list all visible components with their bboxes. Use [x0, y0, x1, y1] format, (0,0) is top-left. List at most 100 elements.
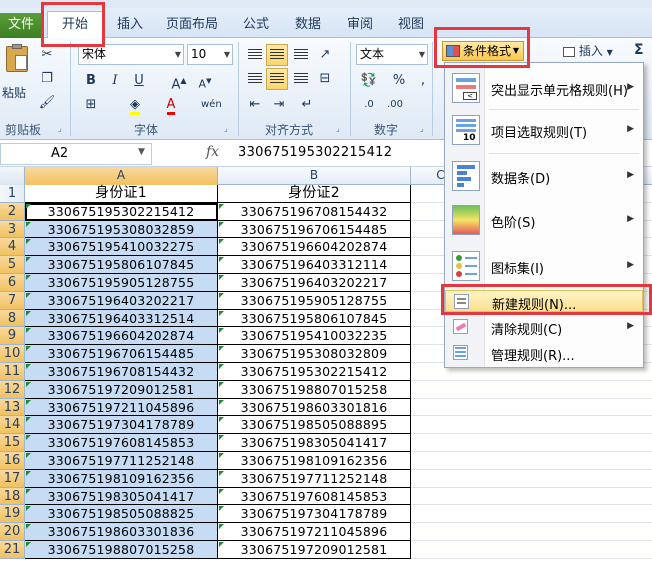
row-header[interactable]: 3 — [0, 220, 25, 239]
empty-cells[interactable] — [411, 470, 652, 488]
row-header[interactable]: 21 — [0, 540, 25, 559]
cut-icon[interactable]: ✂ — [36, 44, 58, 66]
cell-a[interactable]: 330675196403312514 — [25, 309, 218, 328]
copy-icon[interactable]: ❐ — [36, 68, 58, 90]
tab-file[interactable]: 文件 — [0, 13, 42, 38]
cell-b[interactable]: 330675198109162356 — [218, 451, 411, 470]
row-header[interactable]: 11 — [0, 362, 25, 381]
cell-b[interactable]: 330675197304178789 — [218, 505, 411, 524]
empty-cells[interactable] — [411, 434, 652, 452]
row-header[interactable]: 8 — [0, 309, 25, 328]
row-header[interactable]: 5 — [0, 256, 25, 274]
row-header[interactable]: 6 — [0, 273, 25, 292]
cell-a[interactable]: 330675198305041417 — [25, 487, 218, 506]
shrink-font-button[interactable]: A▼ — [194, 70, 216, 92]
dialog-launcher-icon[interactable]: ⌟ — [224, 124, 228, 133]
cell-b[interactable]: 身份证2 — [218, 185, 411, 203]
align-center-icon[interactable] — [266, 68, 288, 90]
cell-b[interactable]: 330675196708154432 — [218, 202, 411, 221]
row-header[interactable]: 2 — [0, 202, 25, 221]
empty-cells[interactable] — [411, 541, 652, 559]
align-middle-icon[interactable] — [266, 44, 288, 66]
paste-button[interactable]: 粘贴 — [2, 42, 32, 100]
align-top-icon[interactable] — [244, 44, 266, 66]
bold-button[interactable]: B — [80, 70, 102, 92]
select-all-corner[interactable] — [0, 167, 25, 185]
menu-item-top-bottom-rules[interactable]: 10 项目选取规则(T) ▶ — [445, 113, 643, 147]
currency-icon[interactable]: 💱 — [358, 70, 380, 92]
chevron-down-icon[interactable]: ▼ — [138, 147, 145, 157]
increase-decimal-icon[interactable]: .0 — [358, 94, 380, 116]
cell-a[interactable]: 330675198807015258 — [25, 540, 218, 559]
italic-button[interactable]: I — [104, 70, 126, 92]
cell-a[interactable]: 330675198109162356 — [25, 469, 218, 488]
orientation-icon[interactable]: ↗ — [314, 44, 336, 66]
dialog-launcher-icon[interactable]: ⌟ — [336, 124, 340, 133]
tab-home[interactable]: 开始 — [47, 11, 103, 39]
tab-view[interactable]: 视图 — [393, 14, 429, 38]
row-header[interactable]: 14 — [0, 416, 25, 435]
cell-a[interactable]: 330675195905128755 — [25, 273, 218, 292]
dialog-launcher-icon[interactable]: ⌟ — [58, 124, 62, 133]
insert-function-icon[interactable]: fx — [206, 144, 219, 160]
cell-a[interactable]: 330675195410032275 — [25, 238, 218, 257]
cell-b[interactable]: 330675198603301816 — [218, 398, 411, 417]
align-right-icon[interactable] — [290, 68, 312, 90]
grow-font-button[interactable]: A▲ — [168, 70, 190, 92]
cell-b[interactable]: 330675198807015258 — [218, 380, 411, 399]
row-header[interactable]: 12 — [0, 380, 25, 399]
empty-cells[interactable] — [411, 381, 652, 399]
menu-item-icon-sets[interactable]: 图标集(I) ▶ — [445, 249, 643, 283]
number-format-combo[interactable]: 文本 ▼ — [356, 44, 428, 65]
menu-item-clear-rules[interactable]: 清除规则(C) ▶ — [445, 316, 643, 338]
column-header-b[interactable]: B — [218, 167, 411, 185]
cell-a[interactable]: 330675195806107845 — [25, 256, 218, 274]
cell-b[interactable]: 330675198305041417 — [218, 434, 411, 452]
cell-a[interactable]: 330675197304178789 — [25, 416, 218, 435]
row-header[interactable]: 20 — [0, 523, 25, 541]
empty-cells[interactable] — [411, 505, 652, 524]
insert-cells-button[interactable]: 插入 ▼ — [563, 42, 623, 60]
cell-b[interactable]: 330675196706154485 — [218, 220, 411, 239]
row-header[interactable]: 16 — [0, 451, 25, 470]
row-header[interactable]: 9 — [0, 327, 25, 346]
cell-a[interactable]: 330675196403202217 — [25, 291, 218, 310]
empty-cells[interactable] — [411, 488, 652, 506]
comma-icon[interactable]: , — [412, 70, 434, 92]
cell-a[interactable]: 330675198603301836 — [25, 523, 218, 541]
cell-a[interactable]: 330675197711252148 — [25, 451, 218, 470]
row-header[interactable]: 17 — [0, 469, 25, 488]
empty-cells[interactable] — [411, 452, 652, 470]
column-header-a[interactable]: A — [25, 167, 218, 185]
tab-formulas[interactable]: 公式 — [238, 14, 274, 38]
cell-a[interactable]: 330675196706154485 — [25, 345, 218, 363]
cell-b[interactable]: 330675195410032235 — [218, 327, 411, 346]
cell-b[interactable]: 330675195905128755 — [218, 291, 411, 310]
cell-a[interactable]: 330675196604202874 — [25, 327, 218, 346]
merge-center-icon[interactable]: ⊟ — [314, 68, 336, 90]
wrap-text-icon[interactable]: ↵ — [296, 94, 318, 116]
menu-item-color-scales[interactable]: 色阶(S) ▶ — [445, 203, 643, 237]
menu-item-manage-rules[interactable]: 管理规则(R)... — [445, 342, 643, 364]
row-header[interactable]: 7 — [0, 291, 25, 310]
row-header[interactable]: 4 — [0, 238, 25, 257]
underline-button[interactable]: U — [128, 70, 150, 92]
cell-b[interactable]: 330675195806107845 — [218, 309, 411, 328]
menu-item-new-rule[interactable]: 新建规则(N)... — [445, 290, 643, 313]
dialog-launcher-icon[interactable]: ⌟ — [420, 124, 424, 133]
percent-icon[interactable]: % — [388, 70, 410, 92]
menu-item-highlight-cells-rules[interactable]: < 突出显示单元格规则(H) ▶ — [445, 71, 643, 105]
empty-cells[interactable] — [411, 399, 652, 417]
empty-cells[interactable] — [411, 416, 652, 435]
cell-b[interactable]: 330675197209012581 — [218, 540, 411, 559]
cell-b[interactable]: 330675195308032809 — [218, 345, 411, 363]
cell-a[interactable]: 330675195308032859 — [25, 220, 218, 239]
cell-b[interactable]: 330675197211045896 — [218, 523, 411, 541]
fill-color-icon[interactable]: ◈ — [124, 94, 146, 116]
cell-a[interactable]: 330675196708154432 — [25, 362, 218, 381]
cell-b[interactable]: 330675197608145853 — [218, 487, 411, 506]
cell-a[interactable]: 330675197209012581 — [25, 380, 218, 399]
cell-b[interactable]: 330675198505088895 — [218, 416, 411, 435]
align-left-icon[interactable] — [244, 68, 266, 90]
name-box[interactable]: A2 — [0, 143, 152, 165]
